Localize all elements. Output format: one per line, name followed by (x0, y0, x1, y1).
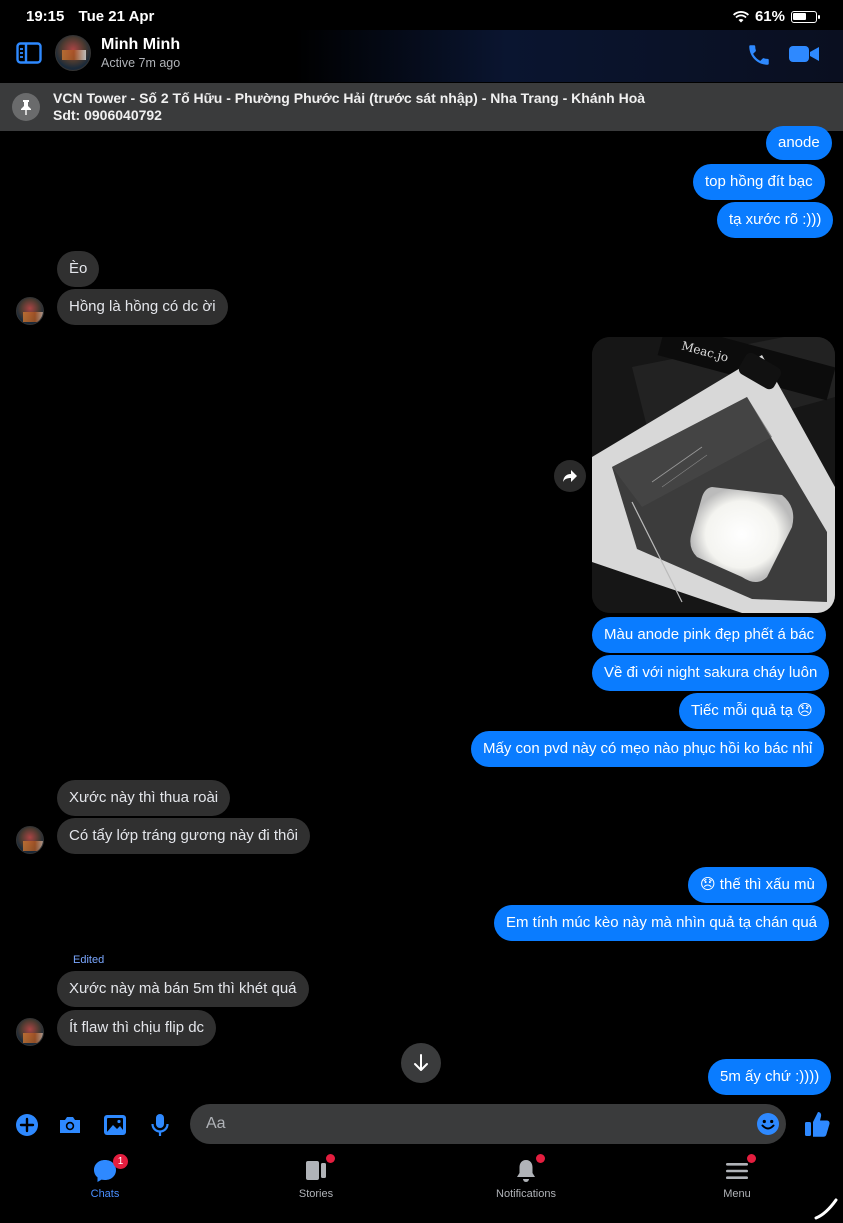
pinned-address: VCN Tower - Số 2 Tố Hữu - Phường Phước H… (53, 90, 646, 106)
edited-label: Edited (73, 954, 105, 966)
message-sent[interactable]: Màu anode pink đẹp phết á bác (592, 617, 827, 653)
video-call-icon[interactable] (788, 42, 820, 66)
tab-label: Chats (90, 1188, 120, 1200)
message-received[interactable]: Hồng là hồng có dc ời (57, 289, 228, 325)
bottom-tab-bar: 1 Chats Stories Notifications Menu (0, 1150, 843, 1223)
sender-avatar[interactable] (16, 297, 44, 325)
status-time: 19:15 (26, 8, 65, 25)
arrow-down-icon (414, 1054, 428, 1071)
battery-percent: 61% (754, 8, 785, 25)
tab-label: Stories (298, 1188, 334, 1200)
message-sent[interactable]: Tiếc mỗi quả tạ 😞 (679, 693, 825, 729)
message-sent[interactable]: Về đi với night sakura cháy luôn (592, 655, 830, 691)
status-date: Tue 21 Apr (78, 8, 155, 25)
pinned-message-banner[interactable]: VCN Tower - Số 2 Tố Hữu - Phường Phước H… (0, 83, 843, 131)
home-indicator (814, 1198, 838, 1220)
message-sent[interactable]: 😞 thế thì xấu mù (688, 867, 827, 903)
message-received[interactable]: Xước này mà bán 5m thì khét quá (57, 971, 309, 1007)
message-sent[interactable]: Mấy con pvd này có mẹo nào phục hồi ko b… (471, 731, 825, 767)
message-input-placeholder: Aa (206, 1115, 226, 1132)
message-received[interactable]: Èo (57, 251, 100, 287)
conversation-header: Minh Minh Active 7m ago (0, 30, 843, 82)
thumbs-up-icon[interactable] (804, 1110, 830, 1138)
tab-chats[interactable]: 1 Chats (50, 1154, 160, 1200)
tab-notifications[interactable]: Notifications (471, 1154, 581, 1200)
pin-icon (12, 93, 40, 121)
gallery-icon[interactable] (102, 1112, 128, 1138)
contact-name[interactable]: Minh Minh (101, 36, 180, 54)
message-sent[interactable]: Em tính múc kèo này mà nhìn quả tạ chán … (494, 905, 830, 941)
message-received[interactable]: Có tẩy lớp tráng gương này đi thôi (57, 818, 311, 854)
sender-avatar[interactable] (16, 826, 44, 854)
stories-notification-dot (326, 1154, 335, 1163)
sidebar-toggle-icon[interactable] (16, 42, 42, 64)
message-composer: Aa (0, 1100, 843, 1148)
pinned-phone: Sdt: 0906040792 (53, 107, 162, 123)
menu-dot (747, 1154, 756, 1163)
plus-circle-icon[interactable] (14, 1112, 40, 1138)
message-sent[interactable]: top hồng đít bạc (693, 164, 825, 200)
message-sent[interactable]: tạ xước rõ :))) (717, 202, 834, 238)
camera-icon[interactable] (57, 1112, 83, 1138)
message-input[interactable]: Aa (190, 1104, 786, 1144)
battery-icon (791, 10, 820, 23)
tab-stories[interactable]: Stories (261, 1154, 371, 1200)
share-icon[interactable] (554, 460, 586, 492)
message-sent[interactable]: anode (766, 126, 832, 160)
tab-label: Menu (723, 1188, 751, 1200)
message-received[interactable]: Ít flaw thì chịu flip dc (57, 1010, 217, 1046)
sender-avatar[interactable] (16, 1018, 44, 1046)
phone-call-icon[interactable] (746, 42, 772, 68)
wifi-icon (732, 10, 749, 22)
emoji-icon[interactable] (756, 1112, 780, 1136)
contact-status: Active 7m ago (101, 56, 181, 70)
photo-image: Meac.jo (592, 337, 835, 613)
notifications-dot (536, 1154, 545, 1163)
message-sent[interactable]: 5m ấy chứ :)))) (708, 1059, 832, 1095)
scroll-to-bottom-button[interactable] (401, 1043, 441, 1083)
tab-menu[interactable]: Menu (682, 1154, 792, 1200)
status-bar: 19:15 Tue 21 Apr 61% (0, 0, 843, 32)
microphone-icon[interactable] (147, 1112, 173, 1138)
contact-avatar[interactable] (55, 35, 91, 71)
tab-label: Notifications (496, 1188, 556, 1200)
photo-attachment[interactable]: Meac.jo (592, 337, 835, 613)
message-received[interactable]: Xước này thì thua roài (57, 780, 231, 816)
chats-unread-badge: 1 (113, 1154, 128, 1169)
